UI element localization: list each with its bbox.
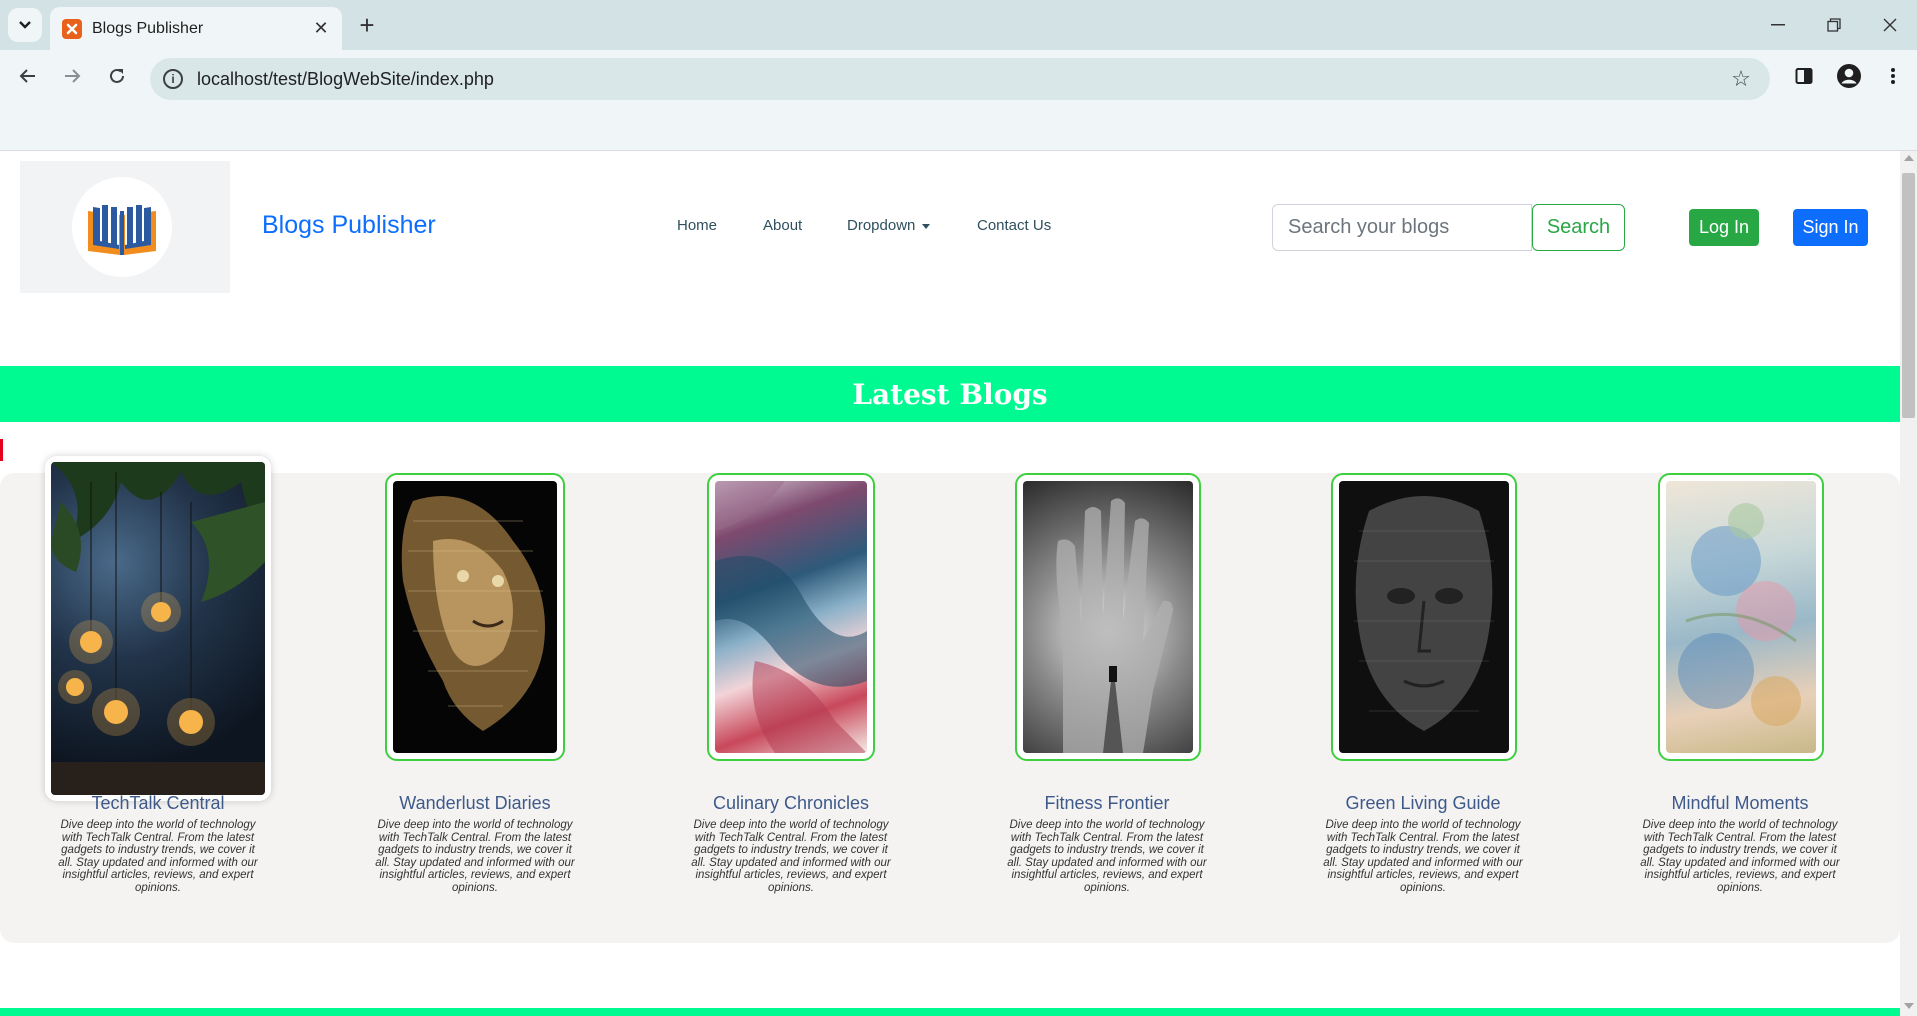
restore-button[interactable]	[1814, 10, 1854, 40]
blog-card-image[interactable]	[1339, 481, 1509, 753]
blog-card[interactable]: TechTalk Central Dive deep into the worl…	[13, 456, 303, 943]
arrow-left-icon	[19, 69, 35, 83]
tab-search-button[interactable]	[8, 8, 42, 42]
blog-card-image-frame[interactable]	[707, 473, 875, 761]
blog-card-title[interactable]: Green Living Guide	[1278, 793, 1568, 814]
back-button[interactable]	[12, 60, 44, 92]
url-text[interactable]: localhost/test/BlogWebSite/index.php	[197, 69, 1726, 90]
blog-card-image-frame[interactable]	[45, 456, 271, 801]
browser-menu-button[interactable]	[1877, 60, 1909, 92]
profile-avatar-icon	[1837, 64, 1861, 88]
browser-tab-strip: Blogs Publisher ✕ +	[0, 0, 1917, 50]
brand-name[interactable]: Blogs Publisher	[262, 211, 436, 240]
nav-dropdown-label: Dropdown	[847, 217, 916, 234]
search-button[interactable]: Search	[1532, 204, 1625, 251]
book-logo-icon	[72, 177, 172, 277]
blog-card-description: Dive deep into the world of technology w…	[375, 819, 575, 894]
chevron-down-icon	[19, 21, 31, 29]
blog-card-title[interactable]: TechTalk Central	[13, 793, 303, 814]
sign-in-button[interactable]: Sign In	[1793, 209, 1868, 246]
nav-home-link[interactable]: Home	[677, 217, 717, 234]
log-in-button[interactable]: Log In	[1689, 209, 1759, 246]
blog-card-image-frame[interactable]	[385, 473, 565, 761]
more-vertical-icon	[1891, 68, 1895, 84]
scroll-up-arrow-icon[interactable]	[1904, 155, 1914, 161]
blog-card[interactable]: Wanderlust Diaries Dive deep into the wo…	[330, 473, 620, 943]
section-title: Latest Blogs	[852, 377, 1048, 411]
blog-card-image-frame[interactable]	[1015, 473, 1201, 761]
address-bar[interactable]: i localhost/test/BlogWebSite/index.php ☆	[150, 58, 1770, 100]
scrollbar-thumb[interactable]	[1902, 173, 1915, 418]
scroll-down-arrow-icon[interactable]	[1904, 1003, 1914, 1009]
search-placeholder: Search your blogs	[1288, 216, 1450, 238]
blog-card[interactable]: Green Living Guide Dive deep into the wo…	[1278, 473, 1568, 943]
blog-cards-section: TechTalk Central Dive deep into the worl…	[0, 456, 1900, 943]
reload-button[interactable]	[101, 60, 133, 92]
blog-card-image-frame[interactable]	[1658, 473, 1824, 761]
blog-card-description: Dive deep into the world of technology w…	[1640, 819, 1840, 894]
blog-card-title[interactable]: Culinary Chronicles	[646, 793, 936, 814]
browser-toolbar: i localhost/test/BlogWebSite/index.php ☆	[0, 50, 1917, 100]
side-panel-button[interactable]	[1788, 60, 1820, 92]
blog-card-image[interactable]	[1666, 481, 1816, 753]
footer-accent-band	[0, 1008, 1900, 1016]
blog-card-title[interactable]: Wanderlust Diaries	[330, 793, 620, 814]
blog-card-description: Dive deep into the world of technology w…	[58, 819, 258, 894]
caret-down-icon	[922, 223, 931, 229]
bookmark-star-icon[interactable]: ☆	[1726, 64, 1756, 94]
nav-contact-link[interactable]: Contact Us	[977, 217, 1051, 234]
side-panel-icon	[1795, 68, 1813, 84]
browser-tab[interactable]: Blogs Publisher ✕	[50, 7, 342, 50]
blog-card[interactable]: Culinary Chronicles Dive deep into the w…	[646, 473, 936, 943]
latest-blogs-banner: Latest Blogs	[0, 366, 1900, 422]
red-marker	[0, 439, 3, 461]
bookmarks-strip	[0, 100, 1917, 151]
blog-card[interactable]: Fitness Frontier Dive deep into the worl…	[962, 473, 1252, 943]
nav-about-link[interactable]: About	[763, 217, 802, 234]
blog-card-description: Dive deep into the world of technology w…	[691, 819, 891, 894]
minimize-button[interactable]	[1758, 10, 1798, 40]
close-tab-icon[interactable]: ✕	[308, 16, 334, 42]
minimize-icon	[1771, 24, 1785, 26]
blog-card-image-frame[interactable]	[1331, 473, 1517, 761]
page-scrollbar[interactable]	[1900, 151, 1917, 1016]
blog-card[interactable]: Mindful Moments Dive deep into the world…	[1595, 473, 1885, 943]
blog-card-title[interactable]: Fitness Frontier	[962, 793, 1252, 814]
forward-button[interactable]	[56, 60, 88, 92]
blog-card-title[interactable]: Mindful Moments	[1595, 793, 1885, 814]
brand-logo-box[interactable]	[20, 161, 230, 293]
search-input[interactable]: Search your blogs	[1272, 204, 1532, 251]
restore-icon	[1827, 18, 1841, 32]
profile-button[interactable]	[1833, 60, 1865, 92]
blog-card-image[interactable]	[715, 481, 867, 753]
site-info-icon[interactable]: i	[163, 69, 183, 89]
blog-card-image[interactable]	[1023, 481, 1193, 753]
blog-card-description: Dive deep into the world of technology w…	[1323, 819, 1523, 894]
xampp-favicon-icon	[62, 18, 82, 39]
tab-title: Blogs Publisher	[92, 19, 204, 37]
page-viewport: Blogs Publisher Home About Dropdown Cont…	[0, 151, 1900, 1016]
blog-card-description: Dive deep into the world of technology w…	[1007, 819, 1207, 894]
nav-dropdown-toggle[interactable]: Dropdown	[847, 217, 931, 234]
blog-card-image[interactable]	[393, 481, 557, 753]
new-tab-button[interactable]: +	[352, 10, 382, 40]
close-icon	[1883, 18, 1897, 32]
close-window-button[interactable]	[1870, 10, 1910, 40]
reload-icon	[110, 68, 124, 83]
arrow-right-icon	[65, 69, 81, 83]
blog-card-image[interactable]	[51, 462, 265, 795]
